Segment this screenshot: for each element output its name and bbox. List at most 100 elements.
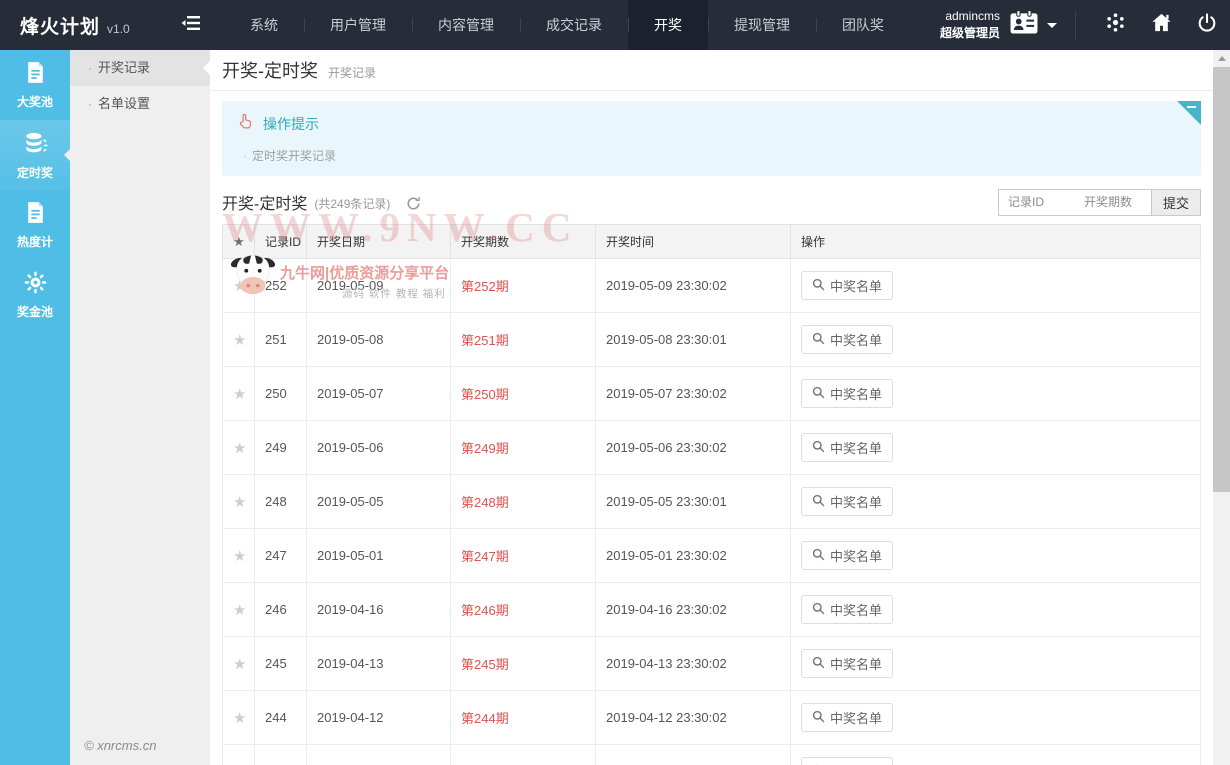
collapse-menu-icon	[181, 15, 201, 36]
winners-list-button[interactable]: 中奖名单	[801, 271, 893, 300]
favorite-cell: ★	[223, 313, 255, 367]
sidebar-item-label: 奖金池	[17, 303, 53, 320]
collapse-menu-button[interactable]	[170, 0, 212, 50]
winners-list-button[interactable]: 中奖名单	[801, 325, 893, 354]
star-icon[interactable]: ★	[233, 494, 246, 511]
favorite-cell: ★	[223, 745, 255, 765]
top-nav: 系统 用户管理 内容管理 成交记录 开奖 提现管理 团队奖	[224, 0, 910, 50]
star-icon[interactable]: ★	[233, 656, 246, 673]
search-icon	[812, 656, 825, 672]
vertical-scrollbar[interactable]	[1213, 50, 1230, 765]
favorite-cell: ★	[223, 529, 255, 583]
operation-tips-panel: 操作提示 ·定时奖开奖记录	[222, 101, 1201, 176]
table-row: ★ 243 2019-04-11 第243期 2019-04-11 23:30:…	[223, 745, 1201, 765]
home-button[interactable]	[1138, 0, 1184, 50]
period-value: 第248期	[461, 495, 509, 510]
sidebar-item-timed-prize[interactable]: 定时奖	[0, 120, 70, 190]
period-value: 第246期	[461, 603, 509, 618]
draw-date-value: 2019-05-09	[317, 278, 384, 293]
record-id-cell: 247	[255, 529, 307, 583]
winners-list-label: 中奖名单	[830, 654, 882, 673]
home-icon	[1150, 11, 1173, 39]
document-icon	[23, 200, 48, 233]
id-badge-icon	[1009, 10, 1039, 40]
topbar: 烽火计划v1.0 系统 用户管理 内容管理 成交记录 开奖 提现管理 团队奖	[0, 0, 1230, 50]
period-value: 第250期	[461, 387, 509, 402]
clear-cache-button[interactable]	[1092, 0, 1138, 50]
logout-button[interactable]	[1184, 0, 1230, 50]
draw-date-cell: 2019-04-13	[307, 637, 451, 691]
winners-list-button[interactable]: 中奖名单	[801, 541, 893, 570]
user-name: admincms	[940, 8, 1000, 25]
draw-time-cell: 2019-05-06 23:30:02	[596, 421, 791, 475]
winners-list-button[interactable]: 中奖名单	[801, 595, 893, 624]
record-id-cell: 244	[255, 691, 307, 745]
scrollbar-up-arrow-icon[interactable]	[1213, 50, 1230, 67]
submenu-item-list-settings[interactable]: ·名单设置	[70, 86, 210, 122]
winners-list-label: 中奖名单	[830, 330, 882, 349]
star-icon[interactable]: ★	[233, 548, 246, 565]
star-icon[interactable]: ★	[233, 332, 246, 349]
period-input[interactable]	[1075, 190, 1151, 215]
period-cell: 第251期	[451, 313, 596, 367]
draw-date-value: 2019-04-12	[317, 710, 384, 725]
record-id-value: 247	[265, 548, 287, 563]
winners-list-label: 中奖名单	[830, 546, 882, 565]
winners-list-button[interactable]: 中奖名单	[801, 757, 893, 765]
search-icon	[812, 548, 825, 564]
winners-list-button[interactable]: 中奖名单	[801, 703, 893, 732]
nav-item[interactable]: 用户管理	[304, 0, 412, 50]
record-id-value: 244	[265, 710, 287, 725]
period-cell: 第248期	[451, 475, 596, 529]
submenu-item-draw-records[interactable]: ·开奖记录	[70, 50, 210, 86]
draw-time-cell: 2019-05-05 23:30:01	[596, 475, 791, 529]
app-logo: 烽火计划v1.0	[0, 12, 170, 39]
scrollbar-thumb[interactable]	[1213, 67, 1230, 492]
sidebar-item-heat-meter[interactable]: 热度计	[0, 190, 70, 260]
draw-date-value: 2019-05-07	[317, 386, 384, 401]
draw-time-value: 2019-05-09 23:30:02	[606, 278, 727, 293]
record-id-value: 245	[265, 656, 287, 671]
period-cell: 第249期	[451, 421, 596, 475]
nav-item[interactable]: 提现管理	[708, 0, 816, 50]
star-icon[interactable]: ★	[233, 710, 246, 727]
star-icon[interactable]: ★	[233, 602, 246, 619]
draw-date-cell: 2019-05-01	[307, 529, 451, 583]
star-icon[interactable]: ★	[233, 440, 246, 457]
record-id-cell: 248	[255, 475, 307, 529]
record-id-cell: 246	[255, 583, 307, 637]
record-id-input[interactable]	[999, 190, 1075, 215]
column-header-draw-time: 开奖时间	[596, 225, 791, 259]
winners-list-button[interactable]: 中奖名单	[801, 379, 893, 408]
sidebar-item-bonus-pool[interactable]: 奖金池	[0, 260, 70, 330]
draw-time-cell: 2019-05-09 23:30:02	[596, 259, 791, 313]
draw-date-value: 2019-05-06	[317, 440, 384, 455]
nav-item[interactable]: 系统	[224, 0, 304, 50]
star-icon[interactable]: ★	[233, 278, 246, 295]
nav-item[interactable]: 团队奖	[816, 0, 910, 50]
alert-collapse-button[interactable]	[1177, 101, 1201, 125]
star-icon: ★	[233, 234, 245, 249]
star-icon[interactable]: ★	[233, 386, 246, 403]
period-value: 第249期	[461, 441, 509, 456]
nav-item[interactable]: 成交记录	[520, 0, 628, 50]
nav-item[interactable]: 开奖	[628, 0, 708, 50]
nav-item-label: 系统	[250, 17, 278, 33]
coins-icon	[22, 130, 48, 164]
copyright-text: © xnrcms.cn	[84, 738, 156, 753]
winners-list-button[interactable]: 中奖名单	[801, 433, 893, 462]
winners-list-button[interactable]: 中奖名单	[801, 649, 893, 678]
sidebar-item-big-prize-pool[interactable]: 大奖池	[0, 50, 70, 120]
refresh-button[interactable]	[406, 194, 421, 211]
section-title: 开奖-定时奖	[222, 190, 307, 214]
nav-item[interactable]: 内容管理	[412, 0, 520, 50]
user-menu-button[interactable]	[1009, 10, 1057, 40]
minus-icon	[1187, 106, 1196, 108]
submit-button[interactable]: 提交	[1151, 190, 1200, 215]
chevron-down-icon	[1047, 23, 1057, 33]
table-row: ★ 250 2019-05-07 第250期 2019-05-07 23:30:…	[223, 367, 1201, 421]
sidebar-item-label: 热度计	[17, 233, 53, 250]
winners-list-button[interactable]: 中奖名单	[801, 487, 893, 516]
draw-date-cell: 2019-04-11	[307, 745, 451, 765]
record-id-value: 246	[265, 602, 287, 617]
